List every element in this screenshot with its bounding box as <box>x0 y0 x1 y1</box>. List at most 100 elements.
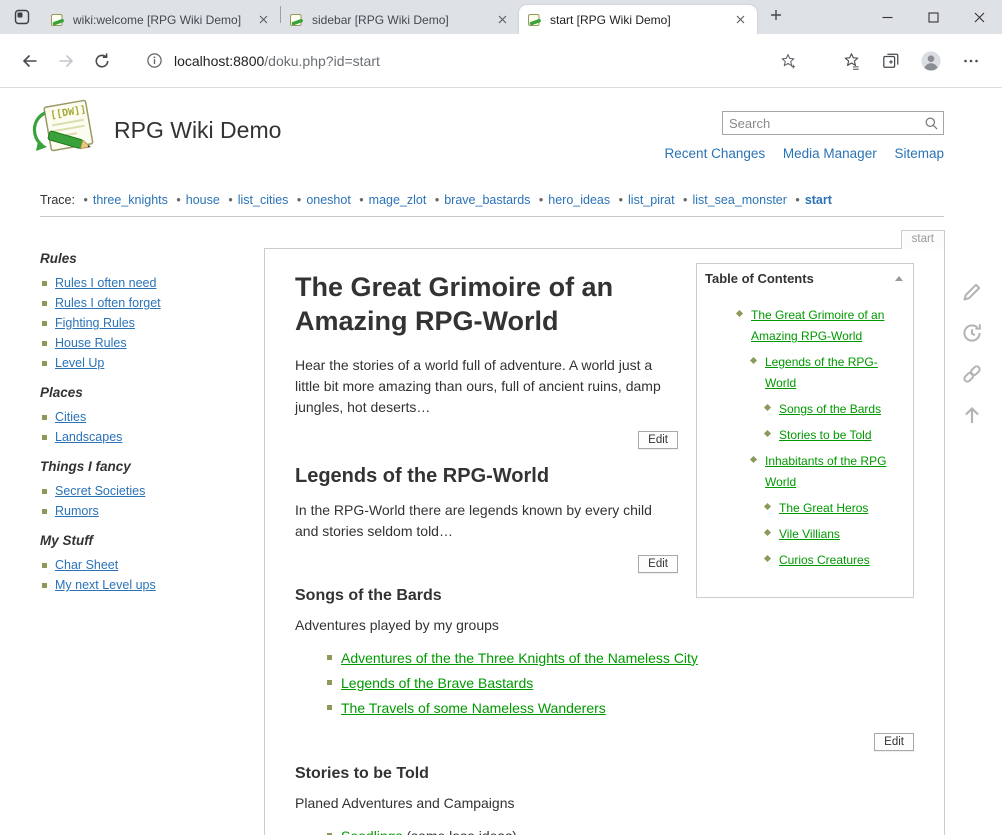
refresh-button[interactable] <box>86 45 118 77</box>
tab-title: start [RPG Wiki Demo] <box>550 13 731 27</box>
edit-page-icon[interactable] <box>959 279 985 305</box>
toc-item: Inhabitants of the RPG World <box>749 450 905 492</box>
url-path: /doku.php?id=start <box>264 53 380 69</box>
tab-title: wiki:welcome [RPG Wiki Demo] <box>73 13 254 27</box>
toc-title: Table of Contents <box>705 271 895 286</box>
sidebar-link[interactable]: Fighting Rules <box>55 316 135 330</box>
edit-button[interactable]: Edit <box>638 431 678 449</box>
tab-actions-icon[interactable] <box>10 5 34 29</box>
list-item-suffix: (some lose ideas) <box>403 828 517 835</box>
new-tab-button[interactable] <box>763 2 789 28</box>
toc-link[interactable]: Vile Villians <box>779 527 840 541</box>
url-text: localhost:8800/doku.php?id=start <box>174 53 380 69</box>
list-item: Rumors <box>40 503 248 519</box>
stories-paragraph: Planed Adventures and Campaigns <box>295 793 914 814</box>
trace-link[interactable]: house <box>186 193 220 207</box>
toc-item: Songs of the Bards <box>763 398 905 419</box>
sidebar-link[interactable]: Rumors <box>55 504 99 518</box>
forward-button[interactable] <box>50 45 82 77</box>
revisions-icon[interactable] <box>959 320 985 346</box>
tab-sidebar[interactable]: sidebar [RPG Wiki Demo] <box>281 5 519 34</box>
collections-icon[interactable] <box>874 44 908 78</box>
list-item: Rules I often need <box>40 275 248 291</box>
tab-start[interactable]: start [RPG Wiki Demo] <box>519 5 757 34</box>
backlinks-icon[interactable] <box>959 361 985 387</box>
trace-link[interactable]: list_pirat <box>628 193 675 207</box>
back-to-top-icon[interactable] <box>959 402 985 428</box>
sidebar-heading-rules: Rules <box>40 251 248 266</box>
address-bar[interactable]: localhost:8800/doku.php?id=start <box>132 44 818 78</box>
profile-avatar[interactable] <box>914 44 948 78</box>
main-content: Table of Contents The Great Grimoire of … <box>264 248 945 835</box>
tab-close-icon[interactable] <box>731 11 749 29</box>
sidebar-link[interactable]: Char Sheet <box>55 558 118 572</box>
toc-link[interactable]: Songs of the Bards <box>779 402 881 416</box>
toc-link[interactable]: The Great Heros <box>779 501 868 515</box>
list-item: Cities <box>40 409 248 425</box>
page-tab-label: start <box>912 233 934 245</box>
wiki-link[interactable]: Seedlings <box>341 828 403 835</box>
search-button[interactable] <box>919 112 943 134</box>
site-logo[interactable]: [[DW]] <box>30 97 102 168</box>
edit-button[interactable]: Edit <box>874 733 914 751</box>
more-menu-button[interactable] <box>954 44 988 78</box>
trace-link[interactable]: list_sea_monster <box>692 193 787 207</box>
trace-link[interactable]: three_knights <box>93 193 168 207</box>
toc-toggle-icon[interactable] <box>895 276 903 281</box>
wiki-link[interactable]: Legends of the Brave Bastards <box>341 675 533 691</box>
toc-item: The Great Grimoire of an Amazing RPG-Wor… <box>735 304 905 346</box>
sidebar-link[interactable]: Rules I often forget <box>55 296 161 310</box>
add-favorite-icon[interactable] <box>776 49 800 73</box>
sidebar-link[interactable]: Landscapes <box>55 430 122 444</box>
toc-link[interactable]: Inhabitants of the RPG World <box>765 454 886 489</box>
section-edit: Edit <box>295 732 914 751</box>
sidebar-link[interactable]: House Rules <box>55 336 127 350</box>
sidebar-link[interactable]: Level Up <box>55 356 104 370</box>
tab-wiki-welcome[interactable]: wiki:welcome [RPG Wiki Demo] <box>42 5 280 34</box>
toc-link[interactable]: The Great Grimoire of an Amazing RPG-Wor… <box>751 308 884 343</box>
toc-item: Curios Creatures <box>763 549 905 570</box>
toc-link[interactable]: Legends of the RPG-World <box>765 355 878 390</box>
site-info-icon[interactable] <box>142 49 166 73</box>
media-manager-link[interactable]: Media Manager <box>783 146 877 161</box>
list-item: The Travels of some Nameless Wanderers <box>325 698 914 718</box>
sidebar-heading-mystuff: My Stuff <box>40 533 248 548</box>
dokuwiki-favicon <box>50 12 66 28</box>
list-item: Seedlings (some lose ideas) <box>325 826 914 835</box>
trace-link[interactable]: list_cities <box>238 193 289 207</box>
sitemap-link[interactable]: Sitemap <box>894 146 944 161</box>
trace-link[interactable]: mage_zlot <box>369 193 427 207</box>
sidebar-link[interactable]: Rules I often need <box>55 276 156 290</box>
list-item: My next Level ups <box>40 577 248 593</box>
trace-link[interactable]: hero_ideas <box>548 193 610 207</box>
section-heading-stories: Stories to be Told <box>295 765 914 783</box>
favorites-icon[interactable] <box>834 44 868 78</box>
trace-link[interactable]: oneshot <box>306 193 350 207</box>
toc-item: Legends of the RPG-World <box>749 351 905 393</box>
minimize-button[interactable] <box>864 0 910 34</box>
trace-current[interactable]: start <box>805 193 832 207</box>
back-button[interactable] <box>14 45 46 77</box>
sidebar-link[interactable]: My next Level ups <box>55 578 156 592</box>
toc-link[interactable]: Curios Creatures <box>779 553 870 567</box>
sidebar: Rules Rules I often need Rules I often f… <box>40 237 248 597</box>
tab-close-icon[interactable] <box>493 11 511 29</box>
toc-link[interactable]: Stories to be Told <box>779 428 872 442</box>
close-button[interactable] <box>956 0 1002 34</box>
songs-list: Adventures of the the Three Knights of t… <box>325 648 914 718</box>
tab-close-icon[interactable] <box>254 11 272 29</box>
quick-links: Recent Changes Media Manager Sitemap <box>651 146 944 161</box>
trace-link[interactable]: brave_bastards <box>444 193 530 207</box>
search-input[interactable] <box>723 116 919 131</box>
edit-button[interactable]: Edit <box>638 555 678 573</box>
wiki-link[interactable]: Adventures of the the Three Knights of t… <box>341 650 698 666</box>
maximize-button[interactable] <box>910 0 956 34</box>
site-title[interactable]: RPG Wiki Demo <box>114 117 281 144</box>
page-tab-start[interactable]: start <box>901 230 945 249</box>
sidebar-link[interactable]: Secret Societies <box>55 484 145 498</box>
sidebar-link[interactable]: Cities <box>55 410 86 424</box>
search-icon <box>924 116 939 131</box>
wiki-link[interactable]: The Travels of some Nameless Wanderers <box>341 700 606 716</box>
table-of-contents: Table of Contents The Great Grimoire of … <box>696 263 914 598</box>
recent-changes-link[interactable]: Recent Changes <box>665 146 766 161</box>
